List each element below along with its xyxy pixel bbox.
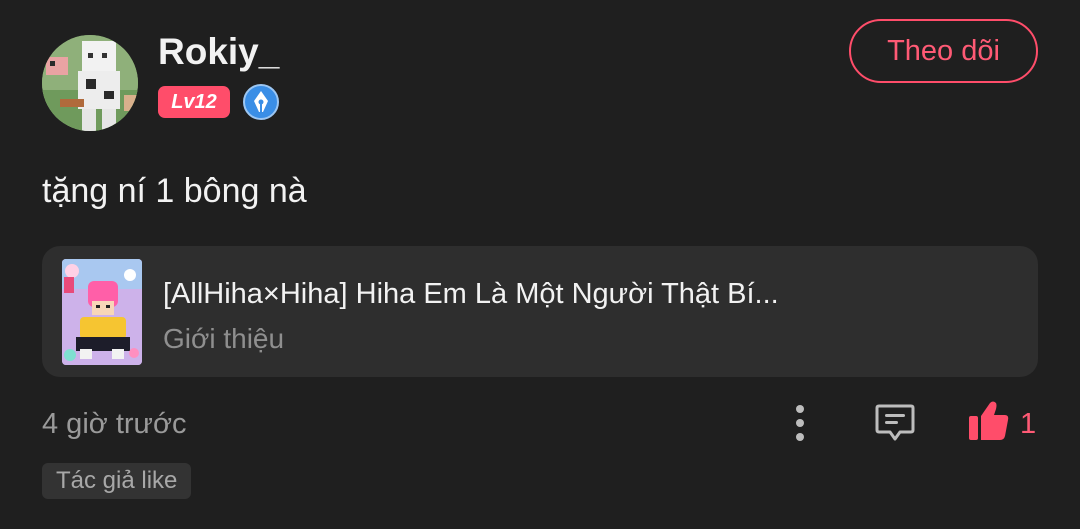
- comment-post: Rokiy_ Lv12 Theo dõi tặng ní 1 bông nà […: [0, 0, 1080, 529]
- follow-button[interactable]: Theo dõi: [849, 19, 1038, 83]
- story-subtitle: Giới thiệu: [163, 323, 285, 354]
- like-count: 1: [1020, 408, 1037, 440]
- username[interactable]: Rokiy_: [158, 30, 279, 74]
- story-title: [AllHiha×Hiha] Hiha Em Là Một Người Thật…: [163, 278, 779, 310]
- level-badge: Lv12: [158, 86, 230, 118]
- avatar-image: [42, 35, 138, 131]
- story-cover-image: [62, 259, 142, 365]
- thumbs-up-icon[interactable]: [966, 398, 1012, 444]
- author-liked-tag: Tác giả like: [42, 463, 192, 499]
- timestamp: 4 giờ trước: [42, 408, 187, 440]
- more-vertical-icon[interactable]: [786, 402, 814, 444]
- verified-pen-badge-icon: [243, 84, 279, 120]
- story-card[interactable]: [AllHiha×Hiha] Hiha Em Là Một Người Thật…: [42, 246, 1038, 377]
- post-content: tặng ní 1 bông nà: [42, 172, 307, 210]
- avatar[interactable]: [42, 35, 138, 131]
- comment-icon[interactable]: [873, 400, 917, 444]
